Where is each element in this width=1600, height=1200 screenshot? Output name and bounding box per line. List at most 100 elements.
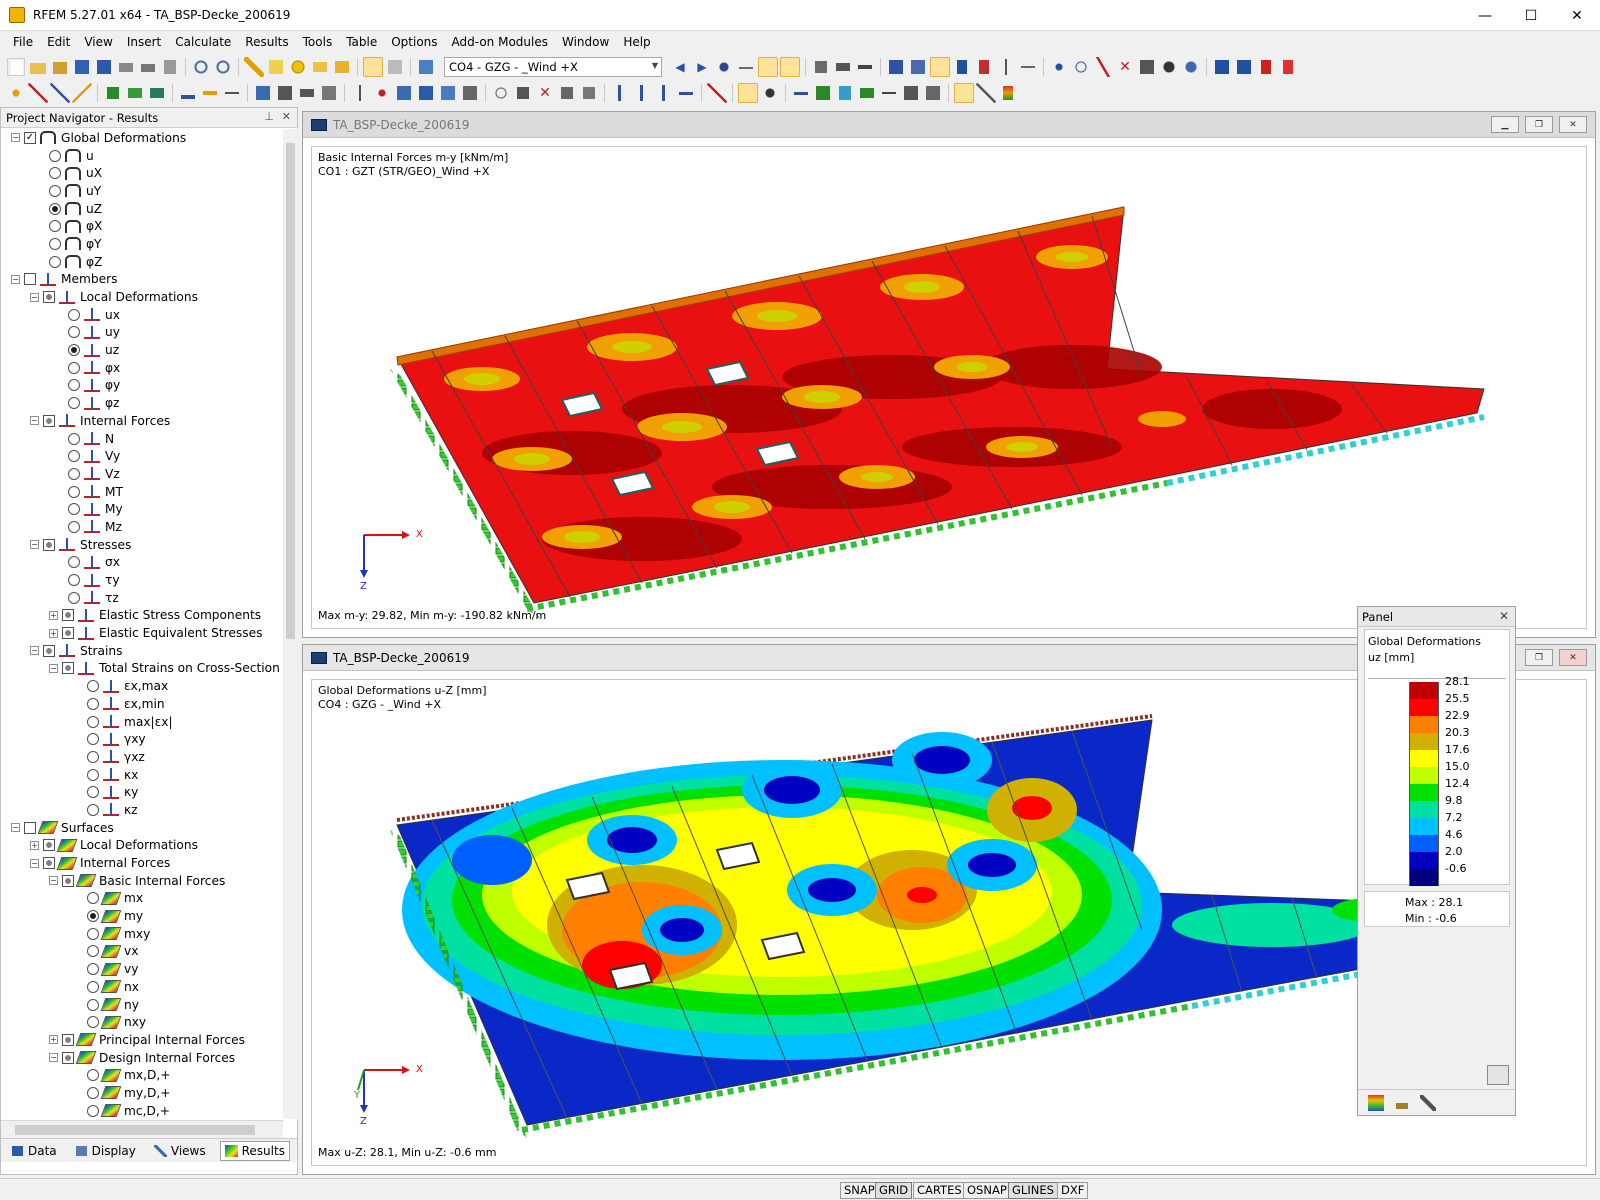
tree-checkbox[interactable] <box>43 857 55 869</box>
tree-item[interactable]: κx <box>1 766 283 784</box>
tree-radio[interactable] <box>87 1016 99 1028</box>
result-info-icon[interactable] <box>460 83 480 103</box>
export-icon[interactable] <box>1212 57 1232 77</box>
tree-item[interactable]: −Strains <box>1 642 283 660</box>
tree-item[interactable]: −Local Deformations <box>1 288 283 306</box>
tree-item[interactable]: My <box>1 500 283 518</box>
tree-radio[interactable] <box>87 680 99 692</box>
tree-item[interactable]: γxy <box>1 730 283 748</box>
measure-icon[interactable] <box>707 83 727 103</box>
member-load-icon[interactable] <box>297 83 317 103</box>
tree-item[interactable]: my <box>1 907 283 925</box>
tree-item[interactable]: vx <box>1 943 283 961</box>
load-tool-icon[interactable] <box>253 83 273 103</box>
view-z-icon[interactable] <box>654 83 674 103</box>
display-deformation-icon[interactable] <box>738 83 758 103</box>
dimension-tool-icon[interactable] <box>222 83 242 103</box>
menu-window[interactable]: Window <box>555 35 616 49</box>
tree-radio[interactable] <box>87 999 99 1011</box>
collapse-icon[interactable]: − <box>49 664 58 673</box>
tree-item[interactable]: εx,max <box>1 677 283 695</box>
tree-item[interactable]: −Basic Internal Forces <box>1 872 283 890</box>
supports-view-icon[interactable] <box>952 57 972 77</box>
tree-item[interactable]: −Members <box>1 271 283 289</box>
zoom-window-icon[interactable] <box>513 83 533 103</box>
tree-radio[interactable] <box>87 716 99 728</box>
rotate-view-icon[interactable] <box>491 83 511 103</box>
previous-load-case-icon[interactable]: ◀ <box>670 57 690 77</box>
tree-item[interactable]: MT <box>1 483 283 501</box>
tree-checkbox[interactable] <box>62 875 74 887</box>
expand-icon[interactable]: + <box>49 611 58 620</box>
tree-checkbox[interactable] <box>43 415 55 427</box>
graphics-canvas[interactable]: Basic Internal Forces m-y [kNm/m] CO1 : … <box>311 146 1587 629</box>
tree-item[interactable]: ux <box>1 306 283 324</box>
tree-item[interactable]: vy <box>1 960 283 978</box>
collapse-icon[interactable]: − <box>30 416 39 425</box>
panel-toggle-icon[interactable] <box>954 83 974 103</box>
osnap-toggle[interactable]: OSNAP <box>963 1182 1011 1199</box>
tree-radio[interactable] <box>87 804 99 816</box>
surface-load-icon[interactable] <box>275 83 295 103</box>
expand-icon[interactable]: + <box>49 1035 58 1044</box>
menu-calculate[interactable]: Calculate <box>168 35 238 49</box>
tree-checkbox[interactable] <box>24 822 36 834</box>
tree-radio[interactable] <box>68 521 80 533</box>
select-members-icon[interactable] <box>1093 57 1113 77</box>
tree-item[interactable]: −Surfaces <box>1 819 283 837</box>
tree-item[interactable]: my,D,+ <box>1 1084 283 1102</box>
menu-add-on-modules[interactable]: Add-on Modules <box>445 35 555 49</box>
tree-radio[interactable] <box>87 928 99 940</box>
color-scale-tab-icon[interactable] <box>1368 1095 1384 1111</box>
result-diagram-icon[interactable] <box>833 57 853 77</box>
show-results-icon[interactable] <box>310 57 330 77</box>
print-preview-icon[interactable] <box>116 57 136 77</box>
menu-table[interactable]: Table <box>339 35 384 49</box>
load-combination-select[interactable]: CO4 - GZG - _Wind +X ▼ <box>444 57 662 77</box>
tree-radio[interactable] <box>49 203 61 215</box>
results-on-off-icon[interactable] <box>714 57 734 77</box>
tree-item[interactable]: κz <box>1 801 283 819</box>
tools-icon[interactable] <box>976 83 996 103</box>
navigator-close-icon[interactable]: ✕ <box>282 110 291 123</box>
menu-view[interactable]: View <box>77 35 119 49</box>
line-style-icon[interactable] <box>791 83 811 103</box>
snap-toggle[interactable]: SNAP <box>840 1182 879 1199</box>
result-surface-icon[interactable] <box>394 83 414 103</box>
support-display-icon[interactable] <box>879 83 899 103</box>
tree-radio[interactable] <box>87 892 99 904</box>
tree-item[interactable]: κy <box>1 783 283 801</box>
animation-icon[interactable] <box>811 57 831 77</box>
section-view-icon[interactable] <box>855 57 875 77</box>
tree-item[interactable]: −Internal Forces <box>1 412 283 430</box>
navigator-vertical-scrollbar[interactable] <box>283 129 298 1119</box>
print-icon[interactable] <box>138 57 158 77</box>
new-model-icon[interactable] <box>266 57 286 77</box>
member-tool-icon[interactable] <box>103 83 123 103</box>
tree-radio[interactable] <box>68 556 80 568</box>
view-iso-icon[interactable] <box>557 83 577 103</box>
menu-edit[interactable]: Edit <box>40 35 77 49</box>
tree-radio[interactable] <box>68 592 80 604</box>
tree-radio[interactable] <box>68 486 80 498</box>
tree-item[interactable]: φy <box>1 377 283 395</box>
tree-radio[interactable] <box>49 167 61 179</box>
result-section-icon[interactable] <box>438 83 458 103</box>
collapse-icon[interactable]: − <box>30 859 39 868</box>
menu-tools[interactable]: Tools <box>296 35 340 49</box>
tree-item[interactable]: Vz <box>1 465 283 483</box>
tree-radio[interactable] <box>87 769 99 781</box>
tree-item[interactable]: −Total Strains on Cross-Section <box>1 660 283 678</box>
polyline-tool-icon[interactable] <box>72 83 92 103</box>
tree-item[interactable]: τy <box>1 571 283 589</box>
color-fill-icon[interactable] <box>813 83 833 103</box>
scroll-thumb[interactable] <box>286 143 295 639</box>
navigator-horizontal-scrollbar[interactable] <box>1 1120 283 1138</box>
tree-item[interactable]: nxy <box>1 1013 283 1031</box>
tree-radio[interactable] <box>68 433 80 445</box>
menu-insert[interactable]: Insert <box>120 35 168 49</box>
tree-checkbox[interactable] <box>62 1034 74 1046</box>
tree-radio[interactable] <box>68 574 80 586</box>
cartes-toggle[interactable]: CARTES <box>913 1182 966 1199</box>
tab-results[interactable]: Results <box>220 1141 290 1161</box>
